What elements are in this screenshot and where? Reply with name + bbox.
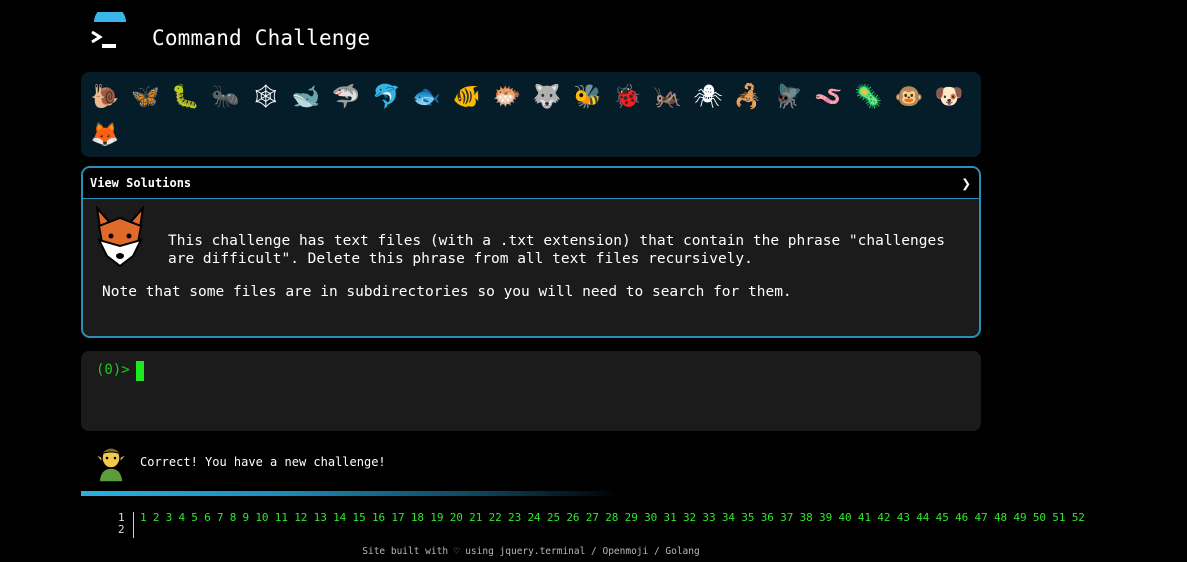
tropical-fish-icon[interactable]: 🐠 <box>447 78 487 116</box>
level-link[interactable]: 46 <box>955 511 968 524</box>
level-link[interactable]: 23 <box>508 511 521 524</box>
level-link[interactable]: 9 <box>243 511 250 524</box>
dolphin-icon[interactable]: 🐬 <box>366 78 406 116</box>
butterfly-icon[interactable]: 🦋 <box>125 78 165 116</box>
level-link[interactable]: 5 <box>191 511 198 524</box>
level-link[interactable]: 19 <box>430 511 443 524</box>
spider-icon[interactable]: 🕷 <box>688 78 728 116</box>
level-link[interactable]: 17 <box>391 511 404 524</box>
level-link[interactable]: 49 <box>1013 511 1026 524</box>
level-link[interactable]: 34 <box>722 511 735 524</box>
level-link[interactable]: 6 <box>204 511 211 524</box>
level-link[interactable]: 45 <box>936 511 949 524</box>
level-link[interactable]: 18 <box>411 511 424 524</box>
level-link[interactable]: 26 <box>566 511 579 524</box>
level-link[interactable]: 31 <box>664 511 677 524</box>
level-link[interactable]: 10 <box>255 511 268 524</box>
level-link[interactable]: 52 <box>1072 511 1085 524</box>
honeybee-icon[interactable]: 🐝 <box>567 78 607 116</box>
terminal-input-area[interactable]: (0)> <box>81 351 981 431</box>
level-link[interactable]: 33 <box>702 511 715 524</box>
level-link[interactable]: 43 <box>897 511 910 524</box>
snail-icon[interactable]: 🐌 <box>85 78 125 116</box>
caterpillar-icon[interactable]: 🐛 <box>165 78 205 116</box>
shark-icon[interactable]: 🦈 <box>326 78 366 116</box>
challenge-note: Note that some files are in subdirectori… <box>102 284 792 300</box>
header: Command Challenge <box>82 8 682 60</box>
dog-icon[interactable]: 🐶 <box>929 78 969 116</box>
worm-icon[interactable]: 🪱 <box>808 78 848 116</box>
level-link[interactable]: 48 <box>994 511 1007 524</box>
level-link[interactable]: 15 <box>353 511 366 524</box>
ant-icon[interactable]: 🐜 <box>206 78 246 116</box>
level-link[interactable]: 14 <box>333 511 346 524</box>
cricket-icon[interactable]: 🦗 <box>648 78 688 116</box>
status-message: Correct! You have a new challenge! <box>94 440 694 484</box>
level-link[interactable]: 29 <box>625 511 638 524</box>
terminal-prompt: (0)> <box>96 362 130 378</box>
status-message-text: Correct! You have a new challenge! <box>140 455 386 469</box>
level-link[interactable]: 25 <box>547 511 560 524</box>
level-numbers: 1 2 3 4 5 6 7 8 9 10 11 12 13 14 15 16 17 18 19 20 21 22 23 24 2… <box>140 512 1091 524</box>
fish-icon[interactable]: 🐟 <box>407 78 447 116</box>
level-link[interactable]: 42 <box>877 511 890 524</box>
level-link[interactable]: 27 <box>586 511 599 524</box>
level-link[interactable]: 36 <box>761 511 774 524</box>
wolf-icon[interactable]: 🐺 <box>527 78 567 116</box>
level-link[interactable]: 28 <box>605 511 618 524</box>
level-link[interactable]: 51 <box>1052 511 1065 524</box>
microbe-icon[interactable]: 🦠 <box>849 78 889 116</box>
level-link[interactable]: 16 <box>372 511 385 524</box>
level-link[interactable]: 44 <box>916 511 929 524</box>
level-link[interactable]: 24 <box>527 511 540 524</box>
monkey-icon[interactable]: 🐵 <box>889 78 929 116</box>
elf-icon <box>94 447 128 482</box>
challenge-panel: View Solutions ❯ This challenge has text… <box>81 166 981 338</box>
chevron-right-icon[interactable]: ❯ <box>961 174 971 193</box>
level-link[interactable]: 21 <box>469 511 482 524</box>
level-link[interactable]: 37 <box>780 511 793 524</box>
level-link[interactable]: 39 <box>819 511 832 524</box>
level-link[interactable]: 12 <box>294 511 307 524</box>
page-title: Command Challenge <box>152 26 371 50</box>
level-link[interactable]: 11 <box>275 511 288 524</box>
line-gutter: 1 2 <box>118 512 134 538</box>
view-solutions-toggle[interactable]: View Solutions ❯ <box>83 168 979 199</box>
whale-icon[interactable]: 🐋 <box>286 78 326 116</box>
fly-icon[interactable]: 🪰 <box>768 78 808 116</box>
challenge-animal-bar: 🐌 🦋 🐛 🐜 🕸 🐋 🦈 🐬 🐟 🐠 🐡 🐺 🐝 🐞 🦗 🕷 🦂 🪰 🪱 🦠 🐵 🐶 🦊 <box>81 72 981 157</box>
fox-icon <box>95 204 145 268</box>
level-link[interactable]: 13 <box>314 511 327 524</box>
level-link[interactable]: 7 <box>217 511 224 524</box>
level-link[interactable]: 41 <box>858 511 871 524</box>
level-list: 1 2 1 2 3 4 5 6 7 8 9 10 11 12 13 14 15 16 17 18 19 20 21 22 2… <box>0 510 1187 540</box>
level-link[interactable]: 35 <box>741 511 754 524</box>
scorpion-icon[interactable]: 🦂 <box>728 78 768 116</box>
level-link[interactable]: 20 <box>450 511 463 524</box>
blowfish-icon[interactable]: 🐡 <box>487 78 527 116</box>
terminal-logo-icon <box>90 12 130 56</box>
level-link[interactable]: 1 <box>140 511 147 524</box>
level-link[interactable]: 32 <box>683 511 696 524</box>
level-link[interactable]: 8 <box>230 511 237 524</box>
level-link[interactable]: 47 <box>975 511 988 524</box>
progress-divider <box>81 491 621 496</box>
terminal-cursor <box>136 361 144 381</box>
level-link[interactable]: 40 <box>838 511 851 524</box>
level-link[interactable]: 3 <box>166 511 173 524</box>
challenge-description: This challenge has text files (with a .t… <box>168 233 945 267</box>
lady-beetle-icon[interactable]: 🐞 <box>607 78 647 116</box>
level-link[interactable]: 22 <box>489 511 502 524</box>
level-link[interactable]: 30 <box>644 511 657 524</box>
line-number: 2 <box>118 523 125 536</box>
level-link[interactable]: 4 <box>178 511 185 524</box>
spider-web-icon[interactable]: 🕸 <box>246 78 286 116</box>
fox-icon[interactable]: 🦊 <box>85 116 125 154</box>
footer-credits: Site built with ♡ using jquery.terminal … <box>362 546 700 557</box>
level-link[interactable]: 50 <box>1033 511 1046 524</box>
level-link[interactable]: 38 <box>800 511 813 524</box>
view-solutions-label: View Solutions <box>90 176 192 190</box>
level-link[interactable]: 2 <box>153 511 160 524</box>
